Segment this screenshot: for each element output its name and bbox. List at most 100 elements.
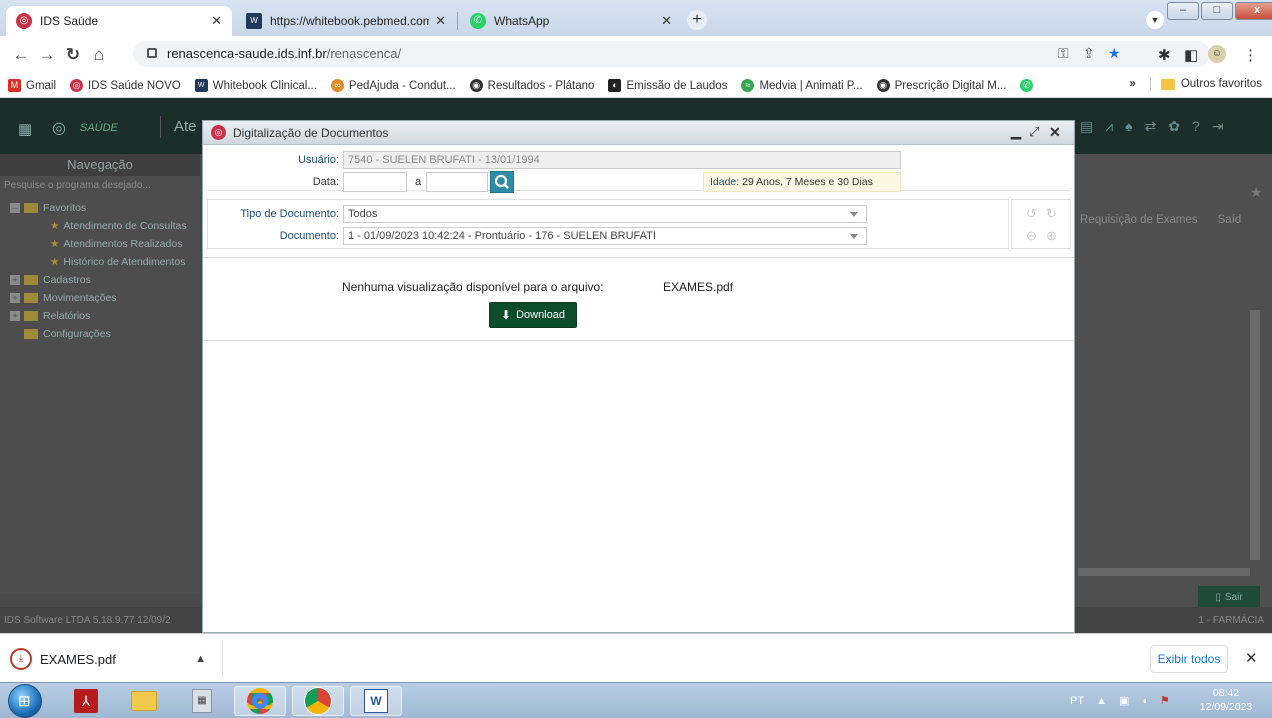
back-button[interactable]: ← [10,44,32,66]
arrow-right-icon: → [38,45,56,64]
chart-icon[interactable]: ⩘ [1105,118,1113,135]
grid-icon[interactable]: ▦ [18,120,32,138]
rotate-left-icon[interactable]: ↺ [1026,206,1037,222]
bookmark-medvia[interactable]: ≈ Medvia | Animati P... [741,79,863,92]
folder-icon [131,691,157,711]
whitebook-icon: W [194,79,208,92]
tab-whitebook[interactable]: W https://whitebook.pebmed.com.b ✕ [236,6,456,36]
right-scrollbar[interactable] [1250,310,1260,560]
volume-icon[interactable]: ◖ [1141,695,1148,707]
url-text[interactable]: renascenca-saude.ids.inf.br/renascenca/ [167,46,401,61]
expand-icon[interactable]: + [10,275,20,286]
bookmark-pedajuda[interactable]: ∞ PedAjuda - Condut... [330,79,456,92]
help-icon[interactable]: ? [1192,118,1200,135]
tree-item-historico[interactable]: ★ Histórico de Atendimentos [10,256,187,274]
taskbar-word[interactable]: W [350,686,402,716]
close-tab-icon[interactable]: ✕ [211,13,222,29]
bookmark-platano[interactable]: ◉ Resultados - Plátano [469,79,594,92]
show-all-downloads-button[interactable]: Exibir todos [1150,645,1228,673]
forward-button[interactable]: → [36,44,58,66]
logout-icon[interactable]: ⇥ [1212,118,1224,135]
taskbar-chrome-1[interactable] [234,686,286,716]
key-icon[interactable]: ⚿ [1058,45,1069,62]
tree-item-atendimentos-realizados[interactable]: ★ Atendimentos Realizados [10,238,187,256]
expand-icon[interactable]: + [10,293,20,304]
tree-item-favoritos[interactable]: – Favoritos [10,202,187,220]
minimize-icon[interactable]: ▁ [1011,124,1021,140]
bookmark-laudos[interactable]: ◐ Emissão de Laudos [608,79,727,92]
favorite-star-icon[interactable]: ★ [1250,184,1263,201]
maximize-button[interactable]: □ [1201,2,1233,20]
zoom-out-icon[interactable]: ⊖ [1026,228,1037,244]
reload-button[interactable]: ↻ [62,44,84,66]
close-icon[interactable]: ✕ [1049,124,1061,141]
nav-search-input[interactable]: Pesquise o programa desejado... [4,180,151,191]
documento-select[interactable]: 1 - 01/09/2023 10:42:24 - Prontuário - 1… [343,227,867,245]
start-button[interactable]: ⊞ [8,684,42,718]
bookmark-gmail[interactable]: M Gmail [8,79,56,92]
language-indicator[interactable]: PT [1070,695,1084,707]
taskbar-explorer[interactable] [118,686,170,716]
download-item[interactable]: ⤓ EXAMES.pdf ▲ [10,644,210,674]
folder-icon [24,329,38,340]
other-bookmarks[interactable]: Outros favoritos [1181,78,1262,90]
share-icon[interactable]: ⇪ [1083,45,1095,62]
date-to-input[interactable] [426,172,488,192]
search-button[interactable] [490,171,514,193]
date-from-input[interactable] [343,172,407,192]
home-button[interactable]: ⌂ [88,44,110,66]
exit-button[interactable]: ▯ Sair [1198,586,1260,608]
maximize-icon[interactable]: ⤢ [1029,124,1039,140]
minimize-button[interactable]: – [1167,2,1199,20]
tipo-documento-select[interactable]: Todos [343,205,867,223]
extensions-icon[interactable]: ✱ [1158,46,1171,64]
clock[interactable]: 08:42 12/09/2023 [1196,686,1256,714]
taskbar-acrobat[interactable]: ⅄ [60,686,112,716]
folder-icon [24,311,38,322]
close-tab-icon[interactable]: ✕ [661,13,672,29]
rotate-right-icon[interactable]: ↻ [1046,206,1057,222]
tree-item-relatorios[interactable]: + Relatórios [10,310,187,328]
expand-icon[interactable]: + [10,311,20,322]
bookmark-whitebook[interactable]: W Whitebook Clinical... [194,79,317,92]
taskbar-chrome-2[interactable] [292,686,344,716]
tab-whatsapp[interactable]: ✆ WhatsApp ✕ [460,6,682,36]
network-icon[interactable]: ▣ [1119,694,1129,707]
bookmarks-overflow-button[interactable]: » [1129,78,1135,90]
star-bookmark-icon[interactable]: ★ [1108,45,1121,62]
dialog-title: Digitalização de Documentos [233,126,389,140]
calendar-icon[interactable]: ▤ [1080,118,1093,135]
bookmark-prescricao[interactable]: ◉ Prescrição Digital M... [876,79,1006,92]
tree-item-configuracoes[interactable]: Configurações [10,328,187,346]
close-shelf-icon[interactable]: ✕ [1245,649,1258,667]
zoom-in-icon[interactable]: ⊕ [1046,228,1057,244]
tab-search-button[interactable]: ▼ [1146,11,1164,29]
close-tab-icon[interactable]: ✕ [435,13,446,29]
side-panel-icon[interactable]: ◧ [1184,46,1198,64]
tab-saida[interactable]: Saíd [1218,214,1242,226]
taskbar-calculator[interactable]: ▦ [176,686,228,716]
download-button[interactable]: ⬇ Download [489,302,577,328]
tree-item-atendimento-consultas[interactable]: ★ Atendimento de Consultas [10,220,187,238]
profile-avatar[interactable]: ☺ [1208,45,1226,63]
bookmark-whatsapp[interactable]: ✆ [1020,79,1038,92]
tab-requisicao-exames[interactable]: Requisição de Exames [1080,214,1198,226]
collapse-icon[interactable]: – [10,203,20,214]
tree-item-cadastros[interactable]: + Cadastros [10,274,187,292]
tree-item-movimentacoes[interactable]: + Movimentações [10,292,187,310]
star-icon: ★ [50,256,60,268]
bell-icon[interactable]: ♠ [1125,118,1132,135]
gear-icon[interactable]: ✿ [1168,118,1180,135]
menu-icon[interactable]: ⋮ [1243,46,1258,64]
new-tab-button[interactable]: + [687,10,707,30]
bookmark-ids[interactable]: ◎ IDS Saúde NOVO [70,79,181,92]
flag-icon[interactable]: ⚑ [1160,694,1170,707]
close-window-button[interactable]: x [1235,2,1272,20]
lock-icon[interactable] [147,48,157,58]
address-bar[interactable]: renascenca-saude.ids.inf.br/renascenca/ … [133,41,1210,67]
chevron-up-icon[interactable]: ▲ [195,653,206,665]
swap-icon[interactable]: ⇄ [1145,118,1157,135]
tray-expand-icon[interactable]: ▲ [1096,695,1107,707]
tab-ids-saude[interactable]: ◎ IDS Saúde ✕ [6,6,232,36]
horizontal-scrollbar[interactable] [1078,568,1250,576]
